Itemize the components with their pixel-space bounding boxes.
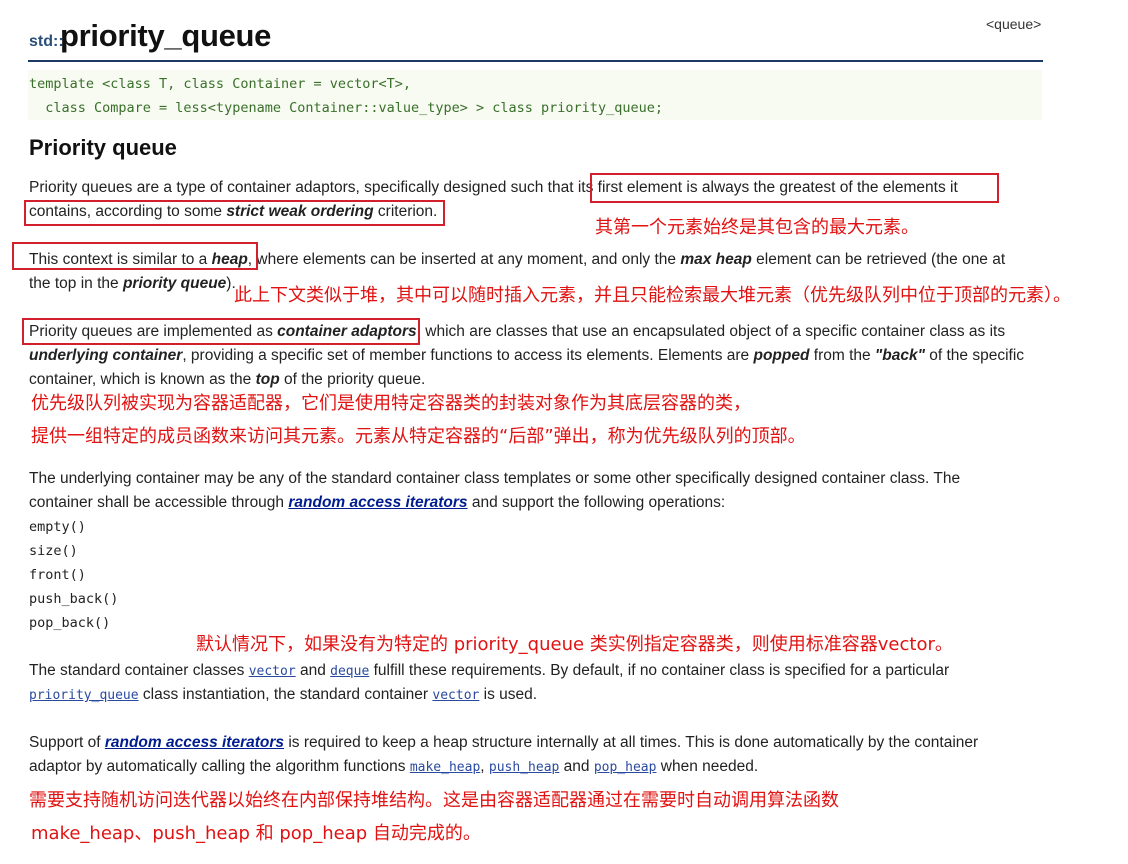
push-heap-link[interactable]: push_heap	[489, 760, 559, 775]
vector-link[interactable]: vector	[249, 664, 296, 679]
annotation-cn-2: 此上下文类似于堆，其中可以随时插入元素，并且只能检索最大堆元素（优先级队列中位于…	[234, 285, 1071, 306]
operation-item: size()	[29, 543, 78, 559]
operation-item: empty()	[29, 519, 86, 535]
declaration-line-2: class Compare = less<typename Container:…	[29, 100, 663, 116]
highlight-box-heap	[12, 242, 258, 270]
section-heading: Priority queue	[29, 135, 177, 160]
annotation-cn-1: 其第一个元素始终是其包含的最大元素。	[595, 217, 919, 238]
annotation-cn-3a: 优先级队列被实现为容器适配器，它们是使用特定容器类的封装对象作为其底层容器的类，	[31, 393, 751, 414]
paragraph-3-line-2: underlying container, providing a specif…	[29, 347, 1025, 364]
highlight-box-container-adaptors	[22, 318, 420, 345]
annotation-cn-5a: 需要支持随机访问迭代器以始终在内部保持堆结构。这是由容器适配器通过在需要时自动调…	[29, 790, 839, 811]
operation-item: pop_back()	[29, 615, 111, 631]
header-library-label[interactable]: <queue>	[986, 16, 1041, 32]
random-access-iterators-link-2[interactable]: random access iterators	[105, 734, 284, 751]
paragraph-5-line-1: The standard container classes vector an…	[29, 662, 950, 679]
annotation-cn-3b: 提供一组特定的成员函数来访问其元素。元素从特定容器的“后部”弹出，称为优先级队列…	[31, 426, 806, 447]
paragraph-3-line-3: container, which is known as the top of …	[29, 371, 426, 388]
operation-item: front()	[29, 567, 86, 583]
paragraph-6-line-2: adaptor by automatically calling the alg…	[29, 758, 759, 775]
page-title: priority_queue	[60, 18, 272, 53]
paragraph-5-line-2: priority_queue class instantiation, the …	[29, 686, 538, 703]
pop-heap-link[interactable]: pop_heap	[594, 760, 657, 775]
paragraph-6-line-1: Support of random access iterators is re…	[29, 734, 979, 751]
deque-link[interactable]: deque	[330, 664, 369, 679]
priority-queue-link[interactable]: priority_queue	[29, 688, 139, 703]
highlight-box-contains	[24, 200, 445, 226]
highlight-box-first-element	[590, 173, 999, 203]
namespace-prefix: std::	[29, 33, 64, 50]
random-access-iterators-link[interactable]: random access iterators	[288, 494, 467, 511]
paragraph-2-line-2: the top in the priority queue).	[29, 275, 236, 292]
annotation-cn-5b: make_heap、push_heap 和 pop_heap 自动完成的。	[31, 823, 481, 844]
paragraph-4-line-1: The underlying container may be any of t…	[29, 470, 961, 487]
header-divider	[28, 60, 1043, 62]
declaration-line-1: template <class T, class Container = vec…	[29, 76, 412, 92]
vector-link-2[interactable]: vector	[432, 688, 479, 703]
paragraph-4-line-2: container shall be accessible through ra…	[29, 494, 726, 511]
operation-item: push_back()	[29, 591, 119, 607]
annotation-cn-4: 默认情况下，如果没有为特定的 priority_queue 类实例指定容器类，则…	[196, 634, 953, 655]
make-heap-link[interactable]: make_heap	[410, 760, 480, 775]
